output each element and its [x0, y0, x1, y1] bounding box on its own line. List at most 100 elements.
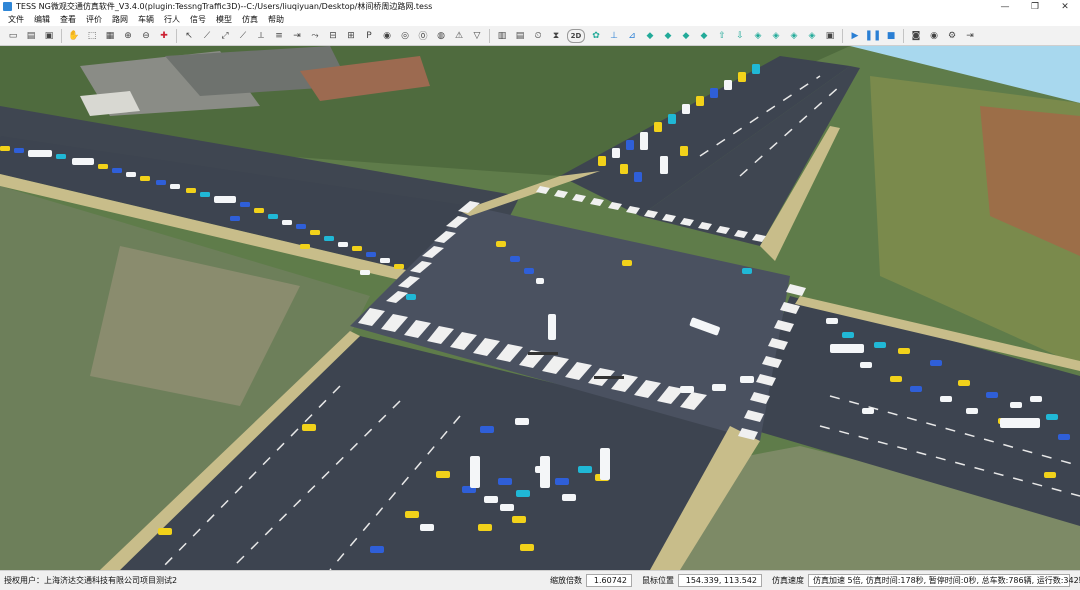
warning-icon[interactable]: ⚠ [452, 29, 466, 43]
vehicle[interactable] [156, 180, 166, 185]
vehicle[interactable] [930, 360, 942, 366]
play-icon[interactable]: ▶ [848, 29, 862, 43]
vehicle[interactable] [268, 214, 278, 219]
vehicle[interactable] [578, 466, 592, 473]
vehicle[interactable] [958, 380, 970, 386]
bus[interactable] [600, 448, 610, 480]
draw-road-icon[interactable]: ⟋ [200, 29, 214, 43]
step-icon[interactable]: ⇥ [963, 29, 977, 43]
menu-view[interactable]: 查看 [55, 14, 81, 25]
vehicle[interactable] [634, 172, 642, 182]
queue-icon[interactable]: ▤ [513, 29, 527, 43]
zoom-in-icon[interactable]: ⊕ [121, 29, 135, 43]
vehicle[interactable] [860, 362, 872, 368]
view-top-icon[interactable]: ◈ [751, 29, 765, 43]
view-front-icon[interactable]: ◈ [769, 29, 783, 43]
vehicle[interactable] [612, 148, 620, 158]
vehicle[interactable] [126, 172, 136, 177]
vehicle[interactable] [170, 184, 180, 189]
vehicle[interactable] [352, 246, 362, 251]
vehicle[interactable] [738, 72, 746, 82]
bus[interactable] [660, 156, 668, 174]
detector-icon[interactable]: ◎ [398, 29, 412, 43]
select-icon[interactable]: ↖ [182, 29, 196, 43]
settings-icon[interactable]: ⚙ [945, 29, 959, 43]
vehicle[interactable] [512, 516, 526, 523]
speed-limit-icon[interactable]: ⓪ [416, 29, 430, 43]
zoom-out-icon[interactable]: ⊖ [139, 29, 153, 43]
rotate-left-icon[interactable]: ◆ [643, 29, 657, 43]
vehicle[interactable] [98, 164, 108, 169]
vehicle[interactable] [874, 342, 886, 348]
bus[interactable] [830, 344, 864, 353]
bus[interactable] [470, 456, 480, 488]
vehicle[interactable] [420, 524, 434, 531]
vehicle[interactable] [524, 268, 534, 274]
signal-icon[interactable]: ◉ [380, 29, 394, 43]
axis-icon[interactable]: ⊥ [607, 29, 621, 43]
vehicle[interactable] [200, 192, 210, 197]
view-2d-button[interactable]: 2D [567, 28, 585, 43]
vehicle[interactable] [626, 140, 634, 150]
vehicle[interactable] [555, 478, 569, 485]
vehicle[interactable] [254, 208, 264, 213]
vehicle[interactable] [240, 202, 250, 207]
menu-model[interactable]: 模型 [211, 14, 237, 25]
vehicle[interactable] [890, 376, 902, 382]
simulation-3d-view[interactable] [0, 46, 1080, 570]
draw-connector-icon[interactable]: ⤢ [218, 29, 232, 43]
menu-evaluate[interactable]: 评价 [81, 14, 107, 25]
parking-icon[interactable]: P [362, 29, 376, 43]
bus[interactable] [540, 456, 550, 488]
fit-view-icon[interactable]: ✚ [157, 29, 171, 43]
bus[interactable] [1000, 418, 1040, 428]
vehicle[interactable] [56, 154, 66, 159]
vehicle[interactable] [1044, 472, 1056, 478]
vehicle[interactable] [324, 236, 334, 241]
bus-line-icon[interactable]: ⊟ [326, 29, 340, 43]
vehicle[interactable] [842, 332, 854, 338]
vehicle[interactable] [230, 216, 240, 221]
menu-network[interactable]: 路网 [107, 14, 133, 25]
vehicle[interactable] [515, 418, 529, 425]
vehicle[interactable] [1030, 396, 1042, 402]
scale-icon[interactable]: ⧗ [549, 29, 563, 43]
tilt-down-icon[interactable]: ◆ [697, 29, 711, 43]
vehicle[interactable] [516, 490, 530, 497]
routing-icon[interactable]: ⤳ [308, 29, 322, 43]
vehicle[interactable] [360, 270, 370, 275]
menu-pedestrian[interactable]: 行人 [159, 14, 185, 25]
view-side-icon[interactable]: ◈ [787, 29, 801, 43]
zoom-window-icon[interactable]: ⬚ [85, 29, 99, 43]
edit-road-icon[interactable]: ⟋ [236, 29, 250, 43]
travel-time-icon[interactable]: ⏲ [531, 29, 545, 43]
menu-simulation[interactable]: 仿真 [237, 14, 263, 25]
camera-icon[interactable]: ✿ [589, 29, 603, 43]
vehicle[interactable] [598, 156, 606, 166]
vehicle[interactable] [500, 504, 514, 511]
vehicle[interactable] [898, 348, 910, 354]
vehicle[interactable] [1058, 434, 1070, 440]
bus[interactable] [72, 158, 94, 165]
vehicle[interactable] [724, 80, 732, 90]
menu-signal[interactable]: 信号 [185, 14, 211, 25]
view-free-icon[interactable]: ◈ [805, 29, 819, 43]
vehicle[interactable] [740, 376, 754, 383]
menu-edit[interactable]: 编辑 [29, 14, 55, 25]
vehicle[interactable] [394, 264, 404, 269]
split-road-icon[interactable]: ⟂ [254, 29, 268, 43]
vehicle[interactable] [510, 256, 520, 262]
vehicle-input-icon[interactable]: ⇥ [290, 29, 304, 43]
bus[interactable] [214, 196, 236, 203]
vehicle[interactable] [296, 224, 306, 229]
vehicle[interactable] [496, 241, 506, 247]
vehicle[interactable] [620, 164, 628, 174]
close-button[interactable]: ✕ [1050, 0, 1080, 13]
vehicle[interactable] [1046, 414, 1058, 420]
vehicle[interactable] [622, 260, 632, 266]
rotate-right-icon[interactable]: ◆ [661, 29, 675, 43]
vehicle[interactable] [710, 88, 718, 98]
vehicle[interactable] [966, 408, 978, 414]
vehicle[interactable] [0, 146, 10, 151]
move-back-icon[interactable]: ⇩ [733, 29, 747, 43]
